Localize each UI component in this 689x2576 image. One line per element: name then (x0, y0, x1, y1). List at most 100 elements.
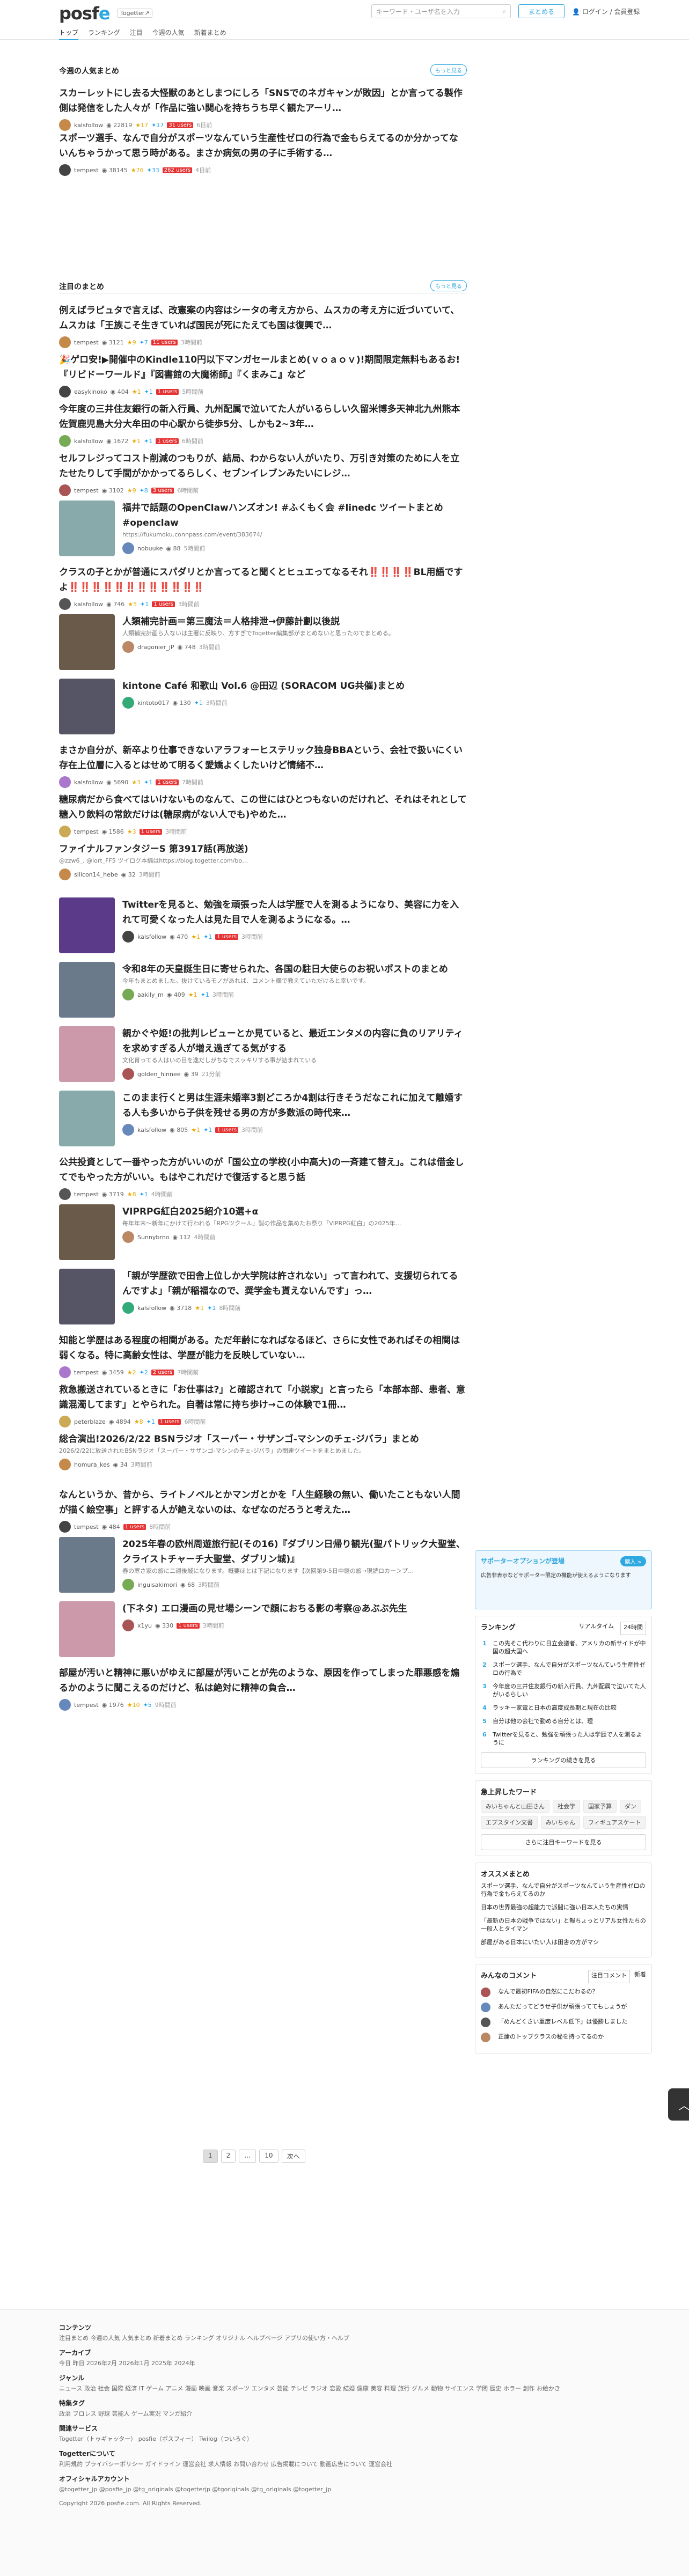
article-title[interactable]: 今年度の三井住友銀行の新入行員、九州配属で泣いてた人がいるらしい久留米博多天神北… (59, 402, 467, 432)
keyword-tag[interactable]: ダン (620, 1800, 641, 1813)
page-10[interactable]: 10 (259, 2150, 278, 2163)
avatar[interactable] (122, 1302, 134, 1314)
article-item[interactable]: なんというか、昔から、ライトノベルとかマンガとかを「人生経験の無い、働いたことも… (59, 1488, 467, 1533)
posfie-logo[interactable]: posfe (59, 3, 111, 24)
ranking-item-title[interactable]: 今年度の三井住友銀行の新入行員、九州配属で泣いてた人がいるらしい (493, 1682, 646, 1698)
page-next[interactable]: 次へ (281, 2150, 305, 2163)
create-matome-button[interactable]: まとめる (518, 4, 565, 18)
article-item[interactable]: 総合演出!2026/2/22 BSNラジオ「スーパー・サザンゴ-マシンのチェ-ジ… (59, 1432, 467, 1470)
author-name[interactable]: tempest (74, 1523, 99, 1530)
author-name[interactable]: tempest (74, 1191, 99, 1198)
author-name[interactable]: inguisakimori (137, 1581, 177, 1588)
ranking-item-title[interactable]: 自分は他の会社で勤める自分とは、理 (493, 1717, 593, 1725)
avatar[interactable] (59, 598, 71, 610)
avatar[interactable] (122, 697, 134, 709)
article-thumbnail[interactable] (59, 679, 115, 734)
article-title[interactable]: 令和8年の天皇誕生日に寄せられた、各国の駐日大使らのお祝いポストのまとめ (122, 962, 467, 977)
keyword-tag[interactable]: 社会学 (553, 1800, 580, 1813)
footer-links[interactable]: ニュース 政治 社会 国際 経済 IT ゲーム アニメ 漫画 映画 音楽 スポー… (59, 2384, 630, 2393)
author-name[interactable]: homura_kes (74, 1461, 110, 1468)
article-item[interactable]: VIPRPG紅白2025紹介10選+α 毎年年末〜新年にかけて行われる「RPGツク… (59, 1204, 467, 1260)
recommend-item-title[interactable]: 部屋がある日本にいたい人は田舎の方がマシ (481, 1938, 599, 1946)
recommend-item-title[interactable]: 日本の世界最強の超能力で派閥に強い日本人たちの実情 (481, 1903, 628, 1911)
article-item[interactable]: クラスの子とかが普通にスパダリとか言ってると聞くとヒュエってなるそれ‼️‼️‼️… (59, 565, 467, 610)
avatar[interactable] (122, 542, 134, 554)
article-item[interactable]: ファイナルファンタジーS 第3917話(再放送) @zzw6_. @lort_FF… (59, 842, 467, 880)
article-item[interactable]: 2025年春の欧州周遊旅行記(その16)『ダブリン日帰り観光(聖パトリック大聖堂… (59, 1537, 467, 1593)
footer-links[interactable]: 政治 ブロレス 野球 芸能人 ゲーム実況 マンガ紹介 (59, 2410, 630, 2418)
search-icon[interactable]: ⌕ (502, 8, 506, 16)
avatar[interactable] (59, 386, 71, 398)
article-title[interactable]: (下ネタ) エロ漫画の見せ場シーンで顔におちる影の考察@あぶぶ先生 (122, 1601, 467, 1616)
article-title[interactable]: 🎉ゲロ安!▶開催中のKindle110円以下マンガセールまとめ(ｖｏａｏｖ)!期… (59, 352, 467, 382)
recommend-item[interactable]: スポーツ選手、なんで自分がスポーツなんていう生産性ゼロの行為で金もらえてるのか (481, 1882, 646, 1898)
article-thumbnail[interactable] (59, 1537, 115, 1593)
ranking-item[interactable]: 1 この先そこ代わりに日立会議者、アメリカの新サイドが中国の超大国へ (481, 1639, 646, 1655)
article-item[interactable]: 人類補完計画＝第三魔法＝人格排泄→伊藤計劃以後説 人類補完計画ら人ないは主著に反映… (59, 614, 467, 670)
article-title[interactable]: クラスの子とかが普通にスパダリとか言ってると聞くとヒュエってなるそれ‼️‼️‼️… (59, 565, 467, 595)
search-input[interactable]: キーワード・ユーザ名を入力 ⌕ (371, 4, 511, 18)
author-name[interactable]: tempest (74, 167, 99, 174)
avatar[interactable] (59, 1416, 71, 1427)
article-title[interactable]: 例えばラピュタで言えば、改憲案の内容はシータの考え方から、ムスカの考え方に近づい… (59, 303, 467, 333)
avatar[interactable] (59, 336, 71, 348)
author-name[interactable]: x1yu (137, 1622, 152, 1629)
author-name[interactable]: kalsfollow (74, 122, 103, 129)
article-item[interactable]: 「親が学歴欲で田舎上位しか大学院は許されない」って言われて、支援切られてるんです… (59, 1269, 467, 1324)
nav-new[interactable]: 新着まとめ (194, 28, 226, 40)
article-item[interactable]: 福井で話題のOpenClawハンズオン! #ふくもく会 #linedc ツイート… (59, 501, 467, 556)
avatar[interactable] (59, 435, 71, 447)
author-name[interactable]: tempest (74, 1369, 99, 1376)
page-1[interactable]: 1 (203, 2150, 218, 2163)
avatar[interactable] (59, 826, 71, 837)
article-item[interactable]: 親かぐや姫!の批判レビューとか見ていると、最近エンタメの内容に負のリアリティを求… (59, 1026, 467, 1082)
article-item[interactable]: スカーレットにし去る大怪獣のあとしまつにしろ「SNSでのネガキャンが敗因」とか言… (59, 86, 467, 131)
author-name[interactable]: aakily_m (137, 991, 164, 998)
nav-popular[interactable]: 今週の人気 (152, 28, 185, 40)
ranking-item[interactable]: 5 自分は他の会社で勤める自分とは、理 (481, 1717, 646, 1725)
article-title[interactable]: 「親が学歴欲で田舎上位しか大学院は許されない」って言われて、支援切られてるんです… (122, 1269, 467, 1299)
nav-top[interactable]: トップ (59, 28, 79, 40)
avatar[interactable] (122, 931, 134, 943)
article-item[interactable]: スポーツ選手、なんで自分がスポーツなんていう生産性ゼロの行為で金もらえてるのか分… (59, 131, 467, 176)
article-item[interactable]: セルフレジってコスト削減のつもりが、結局、わからない人がいたり、万引き対策のため… (59, 451, 467, 496)
article-item[interactable]: このまま行くと男は生涯未婚率3割どころか4割は行きそうだなこれに加えて離婚する人… (59, 1091, 467, 1146)
article-item[interactable]: 糖尿病だから食べてはいけないものなんて、この世にはひとつもないのだけれど、それは… (59, 792, 467, 837)
article-item[interactable]: まさか自分が、新卒より仕事できないアラフォーヒステリック独身BBAという、会社で… (59, 743, 467, 788)
avatar[interactable] (122, 1231, 134, 1243)
article-title[interactable]: まさか自分が、新卒より仕事できないアラフォーヒステリック独身BBAという、会社で… (59, 743, 467, 773)
avatar[interactable] (122, 1620, 134, 1631)
avatar[interactable] (59, 1366, 71, 1378)
avatar[interactable] (59, 119, 71, 131)
avatar[interactable] (122, 989, 134, 1000)
avatar[interactable] (59, 484, 71, 496)
author-name[interactable]: kalsfollow (74, 601, 103, 608)
article-title[interactable]: 公共投資として一番やった方がいいのが「国公立の学校(小中高大)の一斉建て替え」。… (59, 1155, 467, 1185)
author-name[interactable]: kalsfollow (74, 779, 103, 786)
ranking-item[interactable]: 4 ラッキー家電と日本の高度成長期と現在の比較 (481, 1704, 646, 1712)
article-item[interactable]: 救急搬送されているときに「お仕事は?」と確認されて「小説家」と言ったら「本部本部… (59, 1382, 467, 1427)
avatar[interactable] (59, 869, 71, 880)
article-thumbnail[interactable] (59, 1204, 115, 1260)
recommend-item[interactable]: 部屋がある日本にいたい人は田舎の方がマシ (481, 1938, 646, 1946)
article-item[interactable]: 部屋が汚いと精神に悪いがゆえに部屋が汚いことが先のような、原因を作ってしまった罪… (59, 1666, 467, 1711)
author-name[interactable]: tempest (74, 339, 99, 346)
ranking-item[interactable]: 3 今年度の三井住友銀行の新入行員、九州配属で泣いてた人がいるらしい (481, 1682, 646, 1698)
article-title[interactable]: セルフレジってコスト削減のつもりが、結局、わからない人がいたり、万引き対策のため… (59, 451, 467, 481)
article-item[interactable]: 例えばラピュタで言えば、改憲案の内容はシータの考え方から、ムスカの考え方に近づい… (59, 303, 467, 348)
author-name[interactable]: silicon14_hebe (74, 871, 118, 878)
keyword-tag[interactable]: フィギュアスケート (583, 1816, 646, 1829)
comments-tab-hot[interactable]: 注目コメント (588, 1970, 630, 1983)
footer-links[interactable]: 利用規約 プライバシーポリシー ガイドライン 運営会社 求人情報 お問い合わせ … (59, 2460, 630, 2469)
comment-item[interactable]: 「めんどくさい重度レベル低下」は優勝しました (481, 2018, 646, 2027)
article-thumbnail[interactable] (59, 1091, 115, 1146)
article-title[interactable]: 部屋が汚いと精神に悪いがゆえに部屋が汚いことが先のような、原因を作ってしまった罪… (59, 1666, 467, 1696)
ranking-item-title[interactable]: この先そこ代わりに日立会議者、アメリカの新サイドが中国の超大国へ (493, 1639, 646, 1655)
author-name[interactable]: kalsfollow (137, 1127, 166, 1134)
article-item[interactable]: 🎉ゲロ安!▶開催中のKindle110円以下マンガセールまとめ(ｖｏａｏｖ)!期… (59, 352, 467, 398)
article-item[interactable]: (下ネタ) エロ漫画の見せ場シーンで顔におちる影の考察@あぶぶ先生 x1yu ◉ 3… (59, 1601, 467, 1657)
author-name[interactable]: kintoto017 (137, 700, 169, 706)
ranking-item[interactable]: 6 Twitterを見ると、勉強を頑張った人は学歴で人を測るように (481, 1731, 646, 1747)
avatar[interactable] (59, 1459, 71, 1470)
avatar[interactable] (122, 1579, 134, 1591)
